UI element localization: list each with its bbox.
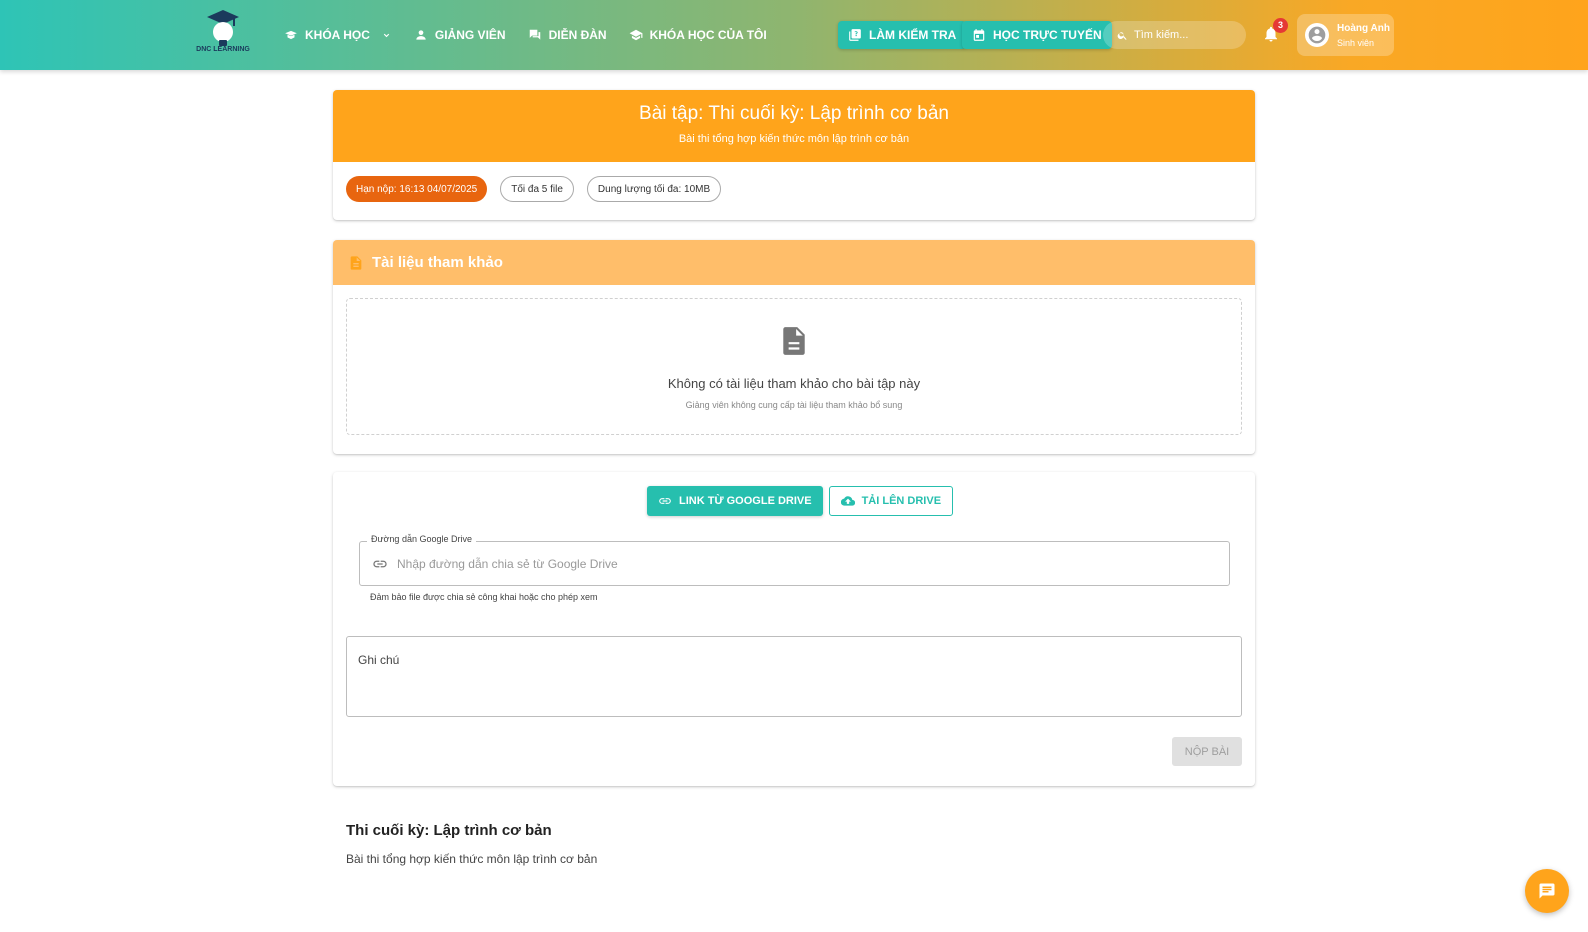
tab-google-drive-link[interactable]: LINK TỪ GOOGLE DRIVE bbox=[647, 486, 823, 516]
nav-courses[interactable]: KHÓA HỌC bbox=[284, 28, 392, 42]
references-title: Tài liệu tham khảo bbox=[372, 254, 503, 271]
online-learning-button[interactable]: HỌC TRỰC TUYẾN bbox=[962, 21, 1112, 49]
references-header: Tài liệu tham khảo bbox=[333, 240, 1255, 285]
graduation-bulb-icon bbox=[207, 10, 239, 46]
max-size-chip: Dung lượng tối đa: 10MB bbox=[586, 176, 722, 202]
tab-google-drive-link-label: LINK TỪ GOOGLE DRIVE bbox=[679, 495, 812, 507]
chat-button[interactable] bbox=[1525, 869, 1569, 913]
account-circle-icon bbox=[1308, 26, 1326, 44]
description-title: Thi cuối kỳ: Lập trình cơ bản bbox=[346, 822, 552, 839]
take-quiz-button[interactable]: LÀM KIỂM TRA bbox=[838, 21, 967, 49]
empty-state-subtitle: Giảng viên không cung cấp tài liệu tham … bbox=[685, 400, 903, 410]
assignment-subtitle: Bài thi tổng hợp kiến thức môn lập trình… bbox=[678, 133, 910, 145]
user-name: Hoàng Anh bbox=[1337, 22, 1390, 34]
search-box[interactable] bbox=[1103, 21, 1246, 49]
drive-link-label: Đường dẫn Google Drive bbox=[367, 534, 476, 544]
school-icon bbox=[629, 29, 643, 41]
document-icon bbox=[350, 255, 362, 270]
chat-icon bbox=[1539, 883, 1555, 899]
user-role: Sinh viên bbox=[1337, 37, 1375, 48]
nav-forum[interactable]: DIỄN ĐÀN bbox=[528, 28, 607, 42]
avatar bbox=[1305, 23, 1329, 47]
tab-upload-drive-label: TẢI LÊN DRIVE bbox=[861, 495, 942, 507]
take-quiz-label: LÀM KIỂM TRA bbox=[869, 28, 957, 42]
assignment-card: Bài tập: Thi cuối kỳ: Lập trình cơ bản B… bbox=[333, 90, 1255, 220]
note-field[interactable] bbox=[346, 636, 1242, 717]
document-icon bbox=[783, 327, 805, 355]
forum-icon bbox=[529, 29, 540, 40]
link-icon bbox=[659, 498, 671, 504]
nav-my-courses-label: KHÓA HỌC CỦA TÔI bbox=[649, 28, 767, 42]
nav-my-courses[interactable]: KHÓA HỌC CỦA TÔI bbox=[629, 28, 767, 42]
references-empty-state: Không có tài liệu tham khảo cho bài tập … bbox=[346, 298, 1242, 435]
deadline-chip: Hạn nộp: 16:13 04/07/2025 bbox=[346, 176, 488, 202]
search-icon bbox=[1117, 31, 1127, 40]
nav-courses-label: KHÓA HỌC bbox=[305, 28, 370, 42]
logo-text: DNC LEARNING bbox=[196, 46, 250, 53]
drive-link-field[interactable] bbox=[359, 541, 1230, 586]
max-files-chip: Tối đa 5 file bbox=[500, 176, 574, 202]
notification-count-badge: 3 bbox=[1273, 18, 1288, 33]
empty-state-title: Không có tài liệu tham khảo cho bài tập … bbox=[667, 376, 921, 391]
online-learning-label: HỌC TRỰC TUYẾN bbox=[993, 28, 1102, 42]
drive-link-input[interactable] bbox=[397, 556, 1217, 571]
references-card: Tài liệu tham khảo Không có tài liệu tha… bbox=[333, 240, 1255, 454]
assignment-title: Bài tập: Thi cuối kỳ: Lập trình cơ bản bbox=[639, 103, 949, 124]
assignment-hero: Bài tập: Thi cuối kỳ: Lập trình cơ bản B… bbox=[333, 90, 1255, 162]
link-icon bbox=[373, 560, 387, 567]
chevron-down-icon bbox=[383, 33, 390, 37]
submit-button[interactable]: NỘP BÀI bbox=[1172, 737, 1242, 766]
book-open-icon bbox=[285, 30, 297, 40]
search-input[interactable] bbox=[1134, 29, 1244, 41]
nav-instructors[interactable]: GIẢNG VIÊN bbox=[414, 28, 506, 42]
submission-card: LINK TỪ GOOGLE DRIVE TẢI LÊN DRIVE Đường… bbox=[333, 472, 1255, 786]
note-input[interactable] bbox=[358, 653, 1230, 703]
nav-forum-label: DIỄN ĐÀN bbox=[548, 28, 607, 42]
calendar-icon bbox=[973, 29, 985, 41]
cloud-upload-icon bbox=[840, 496, 855, 506]
top-navbar: DNC LEARNING KHÓA HỌC GIẢNG VIÊN DIỄN ĐÀ… bbox=[0, 0, 1588, 70]
site-logo[interactable]: DNC LEARNING bbox=[196, 8, 250, 62]
submission-tabs: LINK TỪ GOOGLE DRIVE TẢI LÊN DRIVE bbox=[647, 486, 954, 516]
description-text: Bài thi tổng hợp kiến thức môn lập trình… bbox=[346, 852, 598, 866]
main-nav: KHÓA HỌC GIẢNG VIÊN DIỄN ĐÀN KHÓA HỌC CỦ… bbox=[284, 0, 767, 70]
user-menu[interactable]: Hoàng Anh Sinh viên bbox=[1297, 14, 1394, 56]
tab-upload-drive[interactable]: TẢI LÊN DRIVE bbox=[828, 486, 954, 516]
quiz-icon bbox=[849, 29, 861, 41]
assignment-chips: Hạn nộp: 16:13 04/07/2025 Tối đa 5 file … bbox=[346, 176, 722, 202]
nav-instructors-label: GIẢNG VIÊN bbox=[434, 28, 506, 42]
drive-link-helper: Đảm bảo file được chia sẻ công khai hoặc… bbox=[370, 592, 598, 602]
person-icon bbox=[416, 30, 426, 40]
